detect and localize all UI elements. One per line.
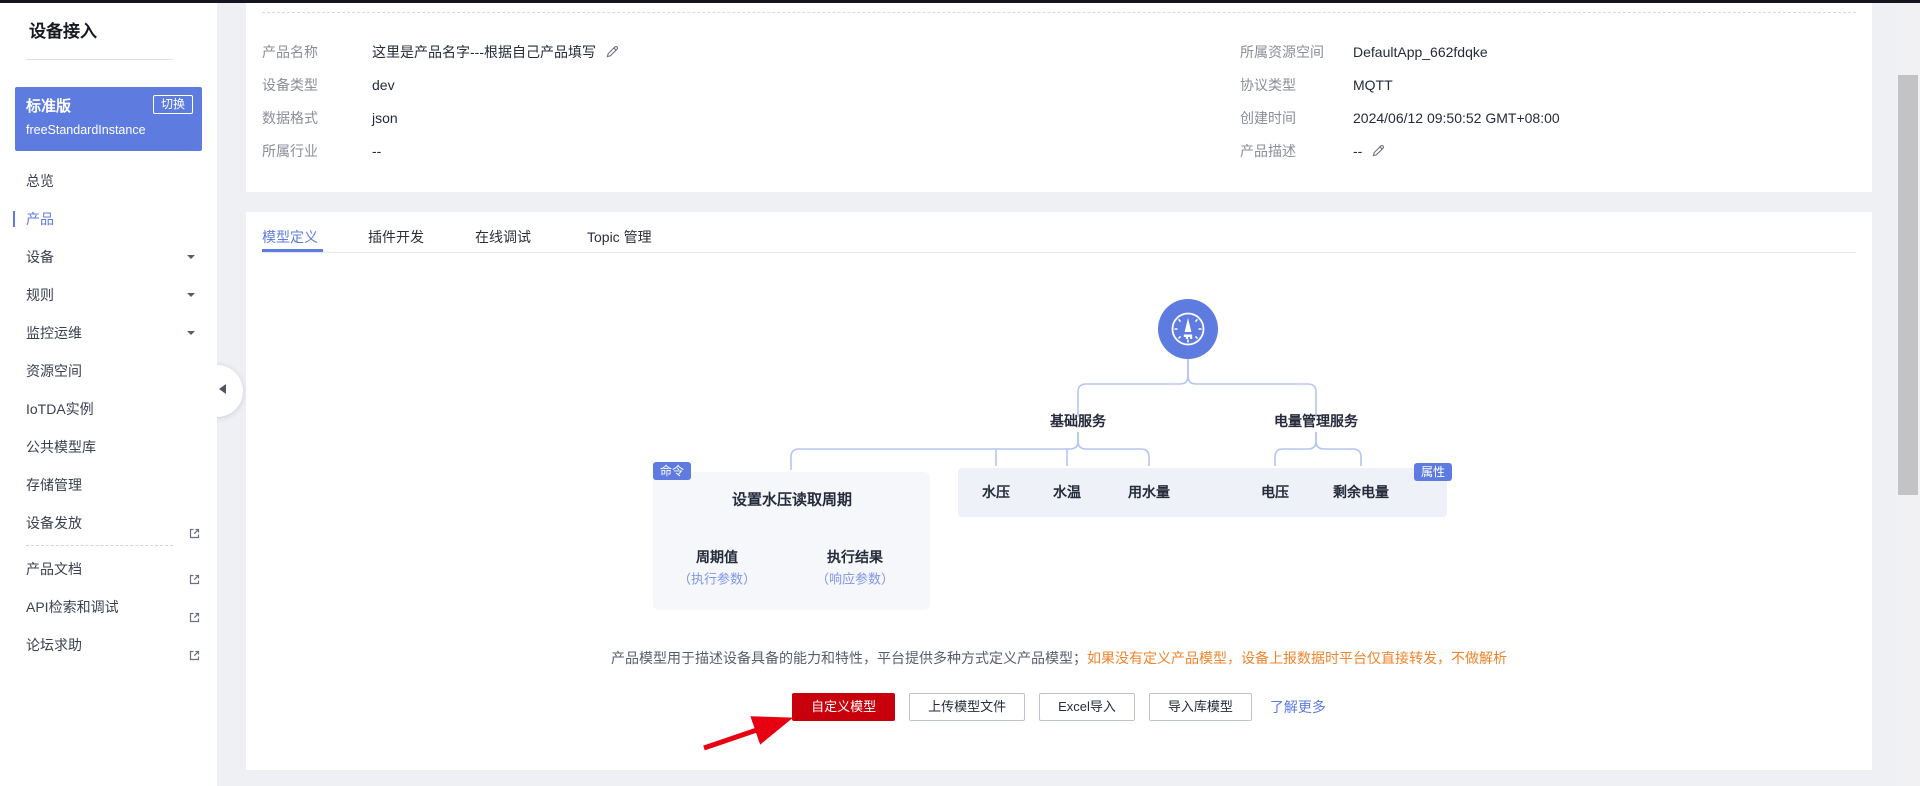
instance-switch-button[interactable]: 切换 (153, 95, 193, 114)
window-top-edge (0, 0, 1920, 3)
active-indicator (13, 211, 15, 227)
external-link-icon (188, 638, 201, 676)
model-description-warning: 如果没有定义产品模型，设备上报数据时平台仅直接转发，不做解析 (1087, 650, 1507, 666)
sidebar-item-monitoring[interactable]: 监控运维 (0, 314, 217, 352)
sidebar-item-iotda-instance[interactable]: IoTDA实例 (0, 390, 217, 428)
property-node-voltage: 电压 (1261, 482, 1289, 502)
sidebar-nav: 总览 产品 设备 规则 监控运维 资源空间 IoTDA实例 公共模型库 存储管理 (0, 162, 217, 664)
external-link-icon (188, 516, 201, 554)
model-description: 产品模型用于描述设备具备的能力和特性，平台提供多种方式定义产品模型；如果没有定义… (246, 648, 1872, 668)
model-action-buttons: 自定义模型 上传模型文件 Excel导入 导入库模型 了解更多 (246, 693, 1872, 721)
field-created-time: 创建时间2024/06/12 09:50:52 GMT+08:00 (1240, 102, 1560, 135)
sidebar-item-product[interactable]: 产品 (0, 200, 217, 238)
collapse-left-icon[interactable] (219, 384, 226, 394)
card-dashed-border (262, 12, 1856, 13)
custom-model-button[interactable]: 自定义模型 (792, 693, 895, 721)
sidebar-item-rules[interactable]: 规则 (0, 276, 217, 314)
field-industry: 所属行业-- (262, 135, 619, 168)
excel-import-button[interactable]: Excel导入 (1039, 693, 1135, 721)
product-fields-right: 所属资源空间DefaultApp_662fdqke 协议类型MQTT 创建时间2… (1240, 36, 1560, 168)
instance-edition: 标准版 (26, 95, 71, 116)
sidebar: 设备接入 标准版 切换 freeStandardInstance 总览 产品 设… (0, 3, 217, 786)
sidebar-item-device-provisioning[interactable]: 设备发放 (0, 504, 217, 542)
service-node-power: 电量管理服务 (1274, 411, 1358, 431)
learn-more-link[interactable]: 了解更多 (1270, 697, 1326, 717)
red-annotation-arrow (704, 720, 786, 748)
model-description-text: 产品模型用于描述设备具备的能力和特性，平台提供多种方式定义产品模型； (611, 650, 1087, 666)
command-node-name: 设置水压读取周期 (732, 489, 852, 510)
scrollbar-thumb[interactable] (1898, 75, 1918, 495)
param-node-exec-result: 执行结果 (827, 547, 883, 567)
root-node (1158, 299, 1218, 359)
param-role-exec: （执行参数） (678, 569, 756, 588)
edit-pencil-icon[interactable] (1371, 137, 1385, 170)
sidebar-item-overview[interactable]: 总览 (0, 162, 217, 200)
instance-name: freeStandardInstance (26, 123, 146, 137)
chevron-down-icon (187, 255, 195, 263)
instance-card: 标准版 切换 freeStandardInstance (15, 87, 202, 151)
sidebar-title: 设备接入 (29, 17, 97, 42)
service-node-basic: 基础服务 (1050, 411, 1106, 431)
param-role-response: （响应参数） (816, 569, 894, 588)
field-product-description: 产品描述-- (1240, 135, 1560, 168)
sidebar-item-api-explorer[interactable]: API检索和调试 (0, 588, 217, 626)
sidebar-item-product-docs[interactable]: 产品文档 (0, 550, 217, 588)
sidebar-item-forum-help[interactable]: 论坛求助 (0, 626, 217, 664)
field-product-name: 产品名称这里是产品名字---根据自己产品填写 (262, 36, 619, 69)
field-resource-space: 所属资源空间DefaultApp_662fdqke (1240, 36, 1560, 69)
command-tag: 命令 (653, 462, 691, 480)
iot-console-page: 设备接入 标准版 切换 freeStandardInstance 总览 产品 设… (0, 0, 1920, 786)
field-device-type: 设备类型dev (262, 69, 619, 102)
param-node-period-value: 周期值 (696, 547, 738, 567)
field-protocol-type: 协议类型MQTT (1240, 69, 1560, 102)
property-tag: 属性 (1414, 463, 1452, 481)
scrollbar-track[interactable] (1896, 3, 1920, 786)
property-node-water-usage: 用水量 (1128, 482, 1170, 502)
product-info-card: 产品名称这里是产品名字---根据自己产品填写 设备类型dev 数据格式json … (246, 3, 1872, 192)
sidebar-item-resource-space[interactable]: 资源空间 (0, 352, 217, 390)
sidebar-item-public-model-library[interactable]: 公共模型库 (0, 428, 217, 466)
import-library-model-button[interactable]: 导入库模型 (1149, 693, 1252, 721)
property-node-water-pressure: 水压 (982, 482, 1010, 502)
product-fields-left: 产品名称这里是产品名字---根据自己产品填写 设备类型dev 数据格式json … (262, 36, 619, 168)
sidebar-item-device[interactable]: 设备 (0, 238, 217, 276)
meter-gauge-icon (1173, 314, 1204, 345)
edit-pencil-icon[interactable] (605, 38, 619, 71)
property-node-water-temperature: 水温 (1053, 482, 1081, 502)
field-data-format: 数据格式json (262, 102, 619, 135)
sidebar-divider (26, 59, 173, 60)
sidebar-item-storage-management[interactable]: 存储管理 (0, 466, 217, 504)
property-node-remaining-power: 剩余电量 (1333, 482, 1389, 502)
chevron-down-icon (187, 293, 195, 301)
upload-model-file-button[interactable]: 上传模型文件 (909, 693, 1025, 721)
model-definition-card: 模型定义 插件开发 在线调试 Topic 管理 (246, 212, 1872, 770)
chevron-down-icon (187, 331, 195, 339)
sidebar-dashed-divider (26, 545, 173, 547)
